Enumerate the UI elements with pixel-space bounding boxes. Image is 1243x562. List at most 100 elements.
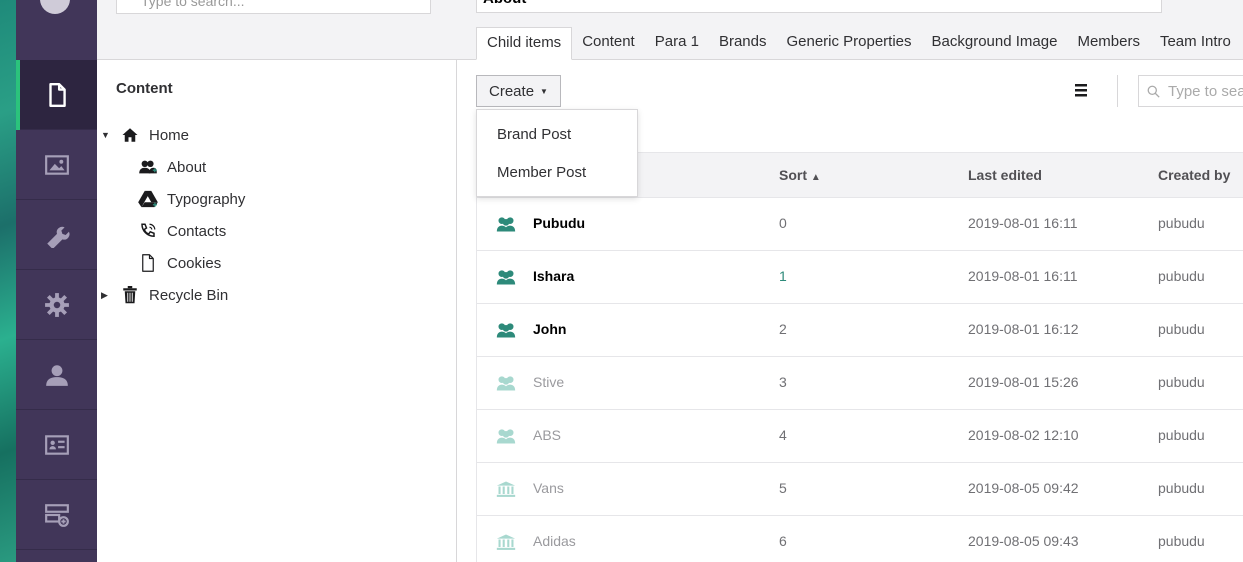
list-search-placeholder: Type to sea (1168, 82, 1243, 100)
tree-item-label: About (167, 158, 207, 176)
section-settings[interactable] (16, 200, 97, 270)
image-icon (44, 154, 69, 175)
section-nav (16, 0, 97, 562)
row-name[interactable]: Vans (533, 480, 564, 496)
tab-para-1[interactable]: Para 1 (645, 27, 709, 60)
tree-item-recycle-bin[interactable]: ▶ Recycle Bin (101, 283, 228, 307)
tree-item-typography[interactable]: Typography (137, 187, 245, 211)
document-icon (48, 82, 66, 107)
gear-icon (44, 292, 69, 317)
tab-members[interactable]: Members (1067, 27, 1150, 60)
create-button[interactable]: Create ▼ (476, 75, 561, 107)
create-dropdown-menu: Brand Post Member Post (476, 109, 638, 197)
row-sort: 5 (779, 480, 787, 496)
users-icon (496, 270, 516, 285)
row-last-edited: 2019-08-05 09:43 (968, 533, 1079, 549)
wrench-icon (46, 226, 69, 248)
row-sort: 2 (779, 321, 787, 337)
section-members[interactable] (16, 410, 97, 480)
caret-down-icon: ▼ (540, 86, 548, 96)
row-name[interactable]: Stive (533, 374, 564, 390)
avatar[interactable] (40, 0, 70, 14)
users-icon (496, 217, 516, 232)
menu-item-brand-post[interactable]: Brand Post (497, 126, 571, 143)
user-icon (45, 364, 68, 386)
node-name-input[interactable]: About (476, 0, 1162, 13)
tab-child-items[interactable]: Child items (476, 27, 573, 60)
section-media[interactable] (16, 130, 97, 200)
tree-item-label: Cookies (167, 254, 222, 272)
tab-team-intro[interactable]: Team Intro (1150, 27, 1241, 60)
editor-header: About Child items Content Para 1 Brands … (457, 0, 1243, 60)
users-icon (496, 429, 516, 444)
table-row[interactable]: Adidas 6 2019-08-05 09:43 pubudu (476, 515, 1243, 562)
row-sort: 1 (779, 268, 787, 284)
form-add-icon (44, 503, 69, 527)
table-row[interactable]: Ishara 1 2019-08-01 16:11 pubudu (476, 250, 1243, 303)
tree-item-label: Recycle Bin (149, 286, 229, 304)
caret-down-icon[interactable]: ▼ (101, 130, 111, 140)
user-area (16, 0, 97, 60)
tab-generic-properties[interactable]: Generic Properties (776, 27, 921, 60)
google-drive-icon (137, 189, 159, 209)
tree-item-cookies[interactable]: Cookies (137, 251, 221, 275)
menu-item-member-post[interactable]: Member Post (497, 164, 586, 181)
users-icon (137, 157, 159, 177)
row-last-edited: 2019-08-02 12:10 (968, 427, 1079, 443)
id-card-icon (44, 434, 69, 455)
tab-brands[interactable]: Brands (709, 27, 777, 60)
row-created-by: pubudu (1158, 321, 1205, 337)
table-row[interactable]: Pubudu 0 2019-08-01 16:11 pubudu (476, 197, 1243, 250)
row-created-by: pubudu (1158, 374, 1205, 390)
row-created-by: pubudu (1158, 480, 1205, 496)
row-name[interactable]: Pubudu (533, 215, 585, 231)
content-tabs: Child items Content Para 1 Brands Generi… (476, 27, 1243, 60)
row-last-edited: 2019-08-01 16:12 (968, 321, 1079, 337)
tree-item-contacts[interactable]: Contacts (137, 219, 226, 243)
sort-asc-icon: ▲ (810, 172, 821, 183)
bank-icon (496, 481, 516, 497)
section-packages[interactable] (16, 270, 97, 340)
tree-header: Type to search... (97, 0, 457, 60)
row-name[interactable]: Ishara (533, 268, 574, 284)
home-icon (119, 125, 141, 145)
tab-background-image[interactable]: Background Image (922, 27, 1068, 60)
phone-icon (137, 221, 159, 241)
table-row[interactable]: John 2 2019-08-01 16:12 pubudu (476, 303, 1243, 356)
column-sort[interactable]: Sort ▲ (779, 167, 821, 183)
list-layout-icon[interactable] (1075, 83, 1087, 98)
row-sort: 3 (779, 374, 787, 390)
row-created-by: pubudu (1158, 268, 1205, 284)
table-row[interactable]: ABS 4 2019-08-02 12:10 pubudu (476, 409, 1243, 462)
row-name[interactable]: Adidas (533, 533, 576, 549)
tree-item-label: Home (149, 126, 190, 144)
row-last-edited: 2019-08-01 16:11 (968, 268, 1078, 284)
list-search-input[interactable]: Type to sea (1138, 75, 1243, 107)
column-created-by[interactable]: Created by (1158, 167, 1230, 183)
row-sort: 6 (779, 533, 787, 549)
tree-search-input[interactable]: Type to search... (116, 0, 431, 14)
table-row[interactable]: Stive 3 2019-08-01 15:26 pubudu (476, 356, 1243, 409)
create-label: Create (489, 82, 535, 100)
users-icon (496, 376, 516, 391)
row-name[interactable]: ABS (533, 427, 561, 443)
bank-icon (496, 534, 516, 550)
row-sort: 4 (779, 427, 787, 443)
tree-title: Content (116, 80, 173, 97)
document-icon (137, 253, 159, 273)
section-users[interactable] (16, 340, 97, 410)
row-sort: 0 (779, 215, 787, 231)
tree-item-home[interactable]: ▼ Home (101, 123, 189, 147)
table-row[interactable]: Vans 5 2019-08-05 09:42 pubudu (476, 462, 1243, 515)
caret-right-icon[interactable]: ▶ (101, 290, 111, 301)
column-last-edited[interactable]: Last edited (968, 167, 1042, 183)
tree-item-about[interactable]: About (137, 155, 206, 179)
row-name[interactable]: John (533, 321, 566, 337)
section-content[interactable] (16, 60, 97, 130)
child-items-table: Sort ▲ Last edited Created by Pubudu 0 2… (476, 152, 1243, 562)
tree-item-label: Contacts (167, 222, 227, 240)
tab-content[interactable]: Content (572, 27, 645, 60)
toolbar-divider (1117, 75, 1118, 107)
row-created-by: pubudu (1158, 215, 1205, 231)
section-forms[interactable] (16, 480, 97, 550)
